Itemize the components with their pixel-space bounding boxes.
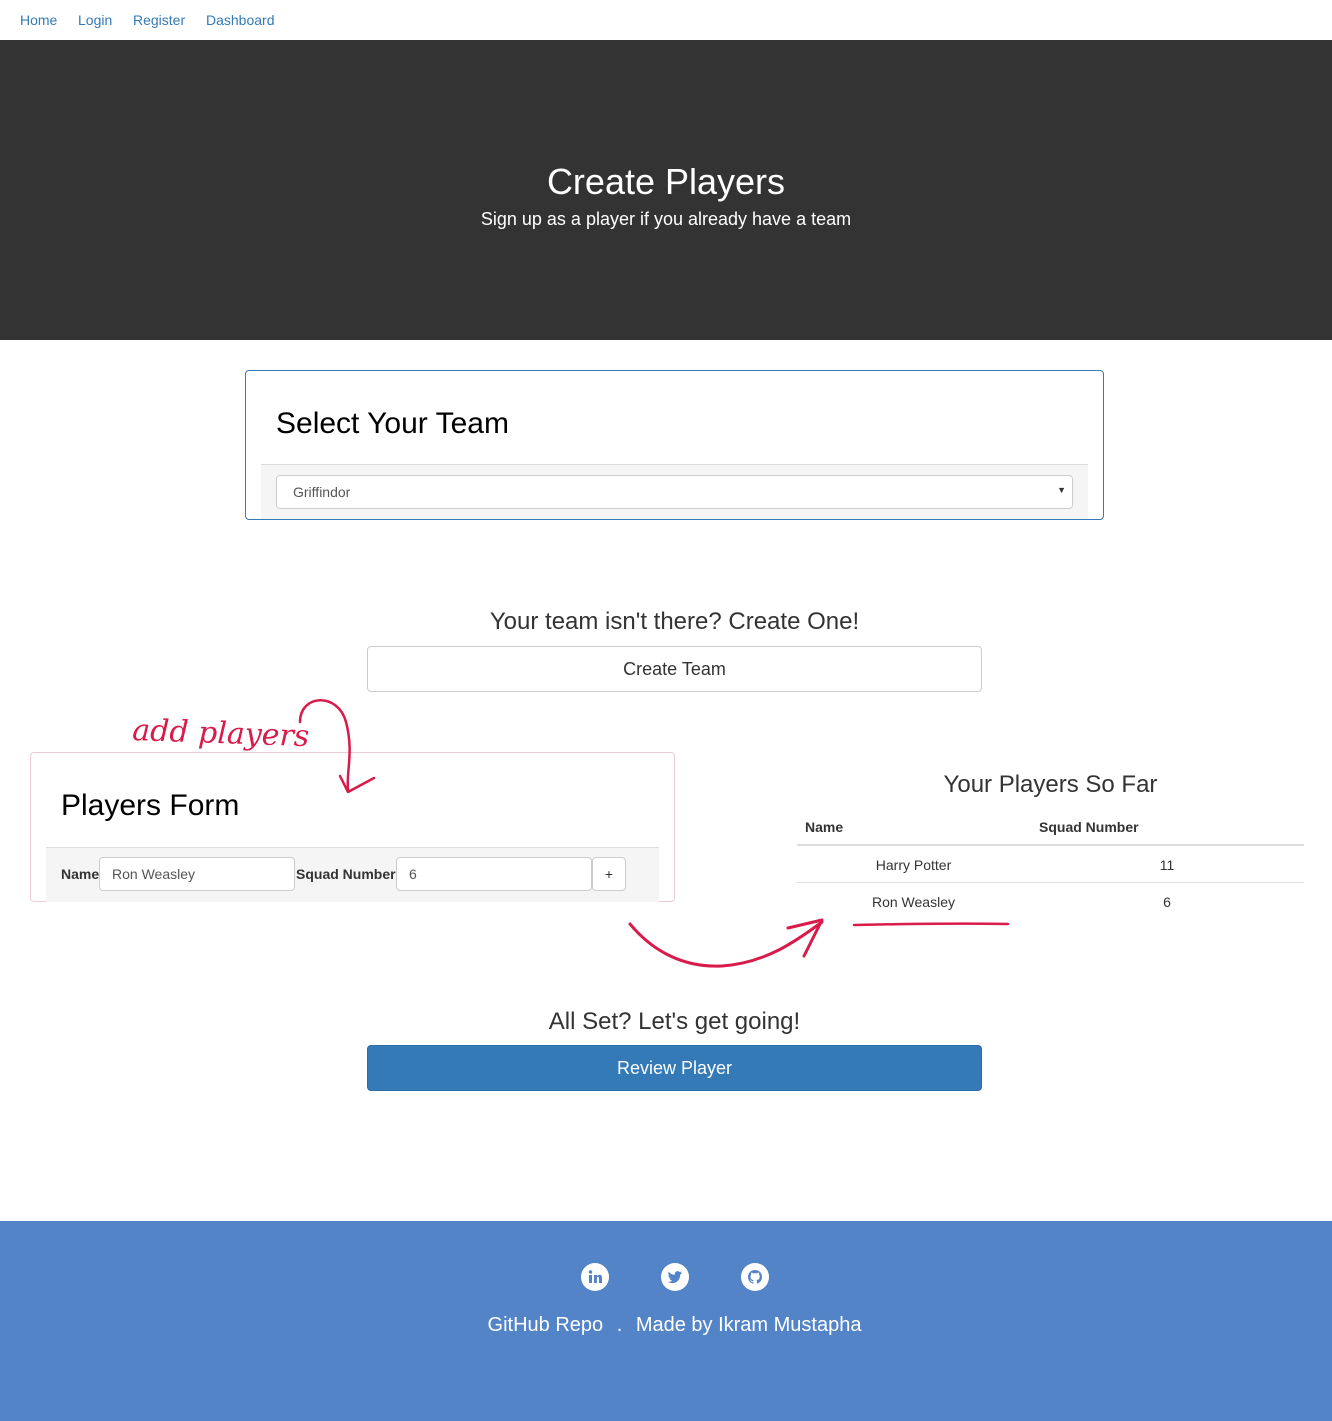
player-name-input[interactable]: Ron Weasley: [99, 857, 295, 891]
top-nav: Home Login Register Dashboard: [0, 0, 1332, 40]
chevron-down-icon: ▼: [1057, 485, 1066, 495]
footer-text: GitHub Repo . Made by Ikram Mustapha: [0, 1314, 1332, 1337]
review-player-button[interactable]: Review Player: [367, 1045, 982, 1091]
squad-number-input[interactable]: 6: [396, 857, 592, 891]
player-name-cell: Ron Weasley: [871, 894, 955, 910]
team-select-value: Griffindor: [293, 484, 351, 500]
players-form-panel: Players Form Name Ron Weasley Squad Numb…: [30, 752, 675, 902]
team-select[interactable]: Griffindor ▼: [276, 475, 1073, 509]
curved-arrow-right: [628, 920, 824, 968]
add-players-annotation: add players: [132, 713, 310, 754]
underline-annotation: [852, 922, 1010, 927]
select-team-heading: Select Your Team: [276, 407, 509, 440]
page-subtitle: Sign up as a player if you already have …: [480, 209, 852, 229]
footer-credit: Made by Ikram Mustapha: [635, 1314, 862, 1336]
player-name-cell: Harry Potter: [875, 857, 952, 873]
table-header-squad: Squad Number: [1039, 819, 1139, 835]
nav-login-link[interactable]: Login: [78, 12, 112, 28]
players-list-heading: Your Players So Far: [943, 771, 1158, 798]
review-prompt: All Set? Let's get going!: [548, 1008, 801, 1035]
github-repo-link[interactable]: GitHub Repo: [484, 1314, 608, 1336]
create-team-button[interactable]: Create Team: [367, 646, 982, 692]
table-header-name: Name: [805, 819, 844, 835]
name-label: Name: [61, 866, 100, 882]
nav-register-link[interactable]: Register: [133, 12, 185, 28]
hero-banner: Create Players Sign up as a player if yo…: [0, 40, 1332, 340]
github-icon[interactable]: [741, 1263, 769, 1291]
nav-home-link[interactable]: Home: [20, 12, 57, 28]
player-squad-cell: 6: [1163, 894, 1171, 910]
nav-dashboard-link[interactable]: Dashboard: [206, 12, 275, 28]
create-team-prompt: Your team isn't there? Create One!: [489, 608, 860, 635]
footer-separator: .: [616, 1314, 623, 1336]
page-title: Create Players: [546, 161, 786, 202]
arrow-head-right: [786, 918, 824, 958]
table-row-divider: [797, 882, 1304, 883]
select-team-panel: Select Your Team Griffindor ▼: [245, 370, 1104, 520]
footer: GitHub Repo . Made by Ikram Mustapha: [0, 1221, 1332, 1421]
squad-number-label: Squad Number: [296, 866, 396, 882]
table-header-divider: [797, 844, 1304, 846]
players-form-heading: Players Form: [61, 789, 240, 822]
twitter-icon[interactable]: [661, 1263, 689, 1291]
player-squad-cell: 11: [1159, 857, 1175, 873]
linkedin-icon[interactable]: [581, 1263, 609, 1291]
add-player-button[interactable]: +: [592, 857, 626, 891]
